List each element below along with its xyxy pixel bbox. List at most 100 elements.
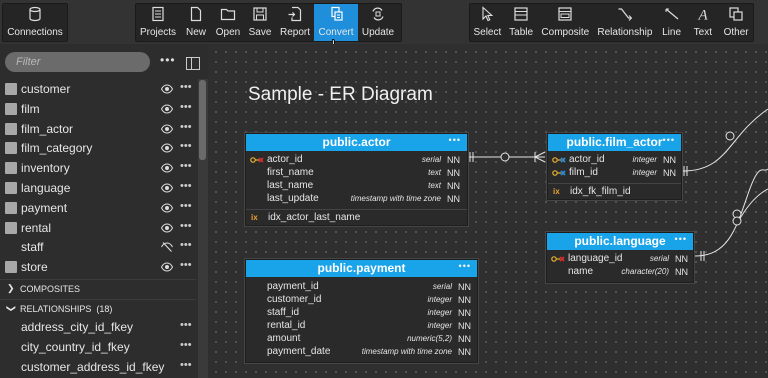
sidebar-scroll-thumb[interactable] — [199, 80, 206, 160]
save-button[interactable]: Save — [244, 4, 276, 41]
column-row[interactable]: film_id integer NN — [548, 167, 681, 180]
text-tool-button[interactable]: A Text — [686, 4, 719, 41]
relationship-item[interactable]: city_country_id_fkey ••• — [0, 337, 196, 357]
entity-actor-header[interactable]: public.actor ••• — [246, 134, 467, 151]
relationship-item[interactable]: customer_address_id_fkey ••• — [0, 357, 196, 377]
eye-icon[interactable] — [161, 261, 173, 273]
convert-button[interactable]: Convert — [314, 4, 358, 41]
connections-button[interactable]: Connections — [3, 4, 67, 41]
filter-input[interactable] — [5, 52, 150, 72]
eye-icon[interactable] — [161, 202, 173, 214]
column-type: numeric(5,2) — [407, 334, 452, 343]
column-row[interactable]: customer_id integer NN — [246, 294, 477, 307]
table-more-icon[interactable]: ••• — [180, 81, 192, 93]
sidebar-table-item[interactable]: film_category ••• — [0, 138, 196, 158]
sidebar-table-item[interactable]: store ••• — [0, 257, 196, 277]
table-checkbox[interactable] — [5, 261, 17, 274]
entity-menu-icon[interactable]: ••• — [459, 258, 471, 275]
sidebar-table-item[interactable]: film_actor ••• — [0, 119, 196, 139]
entity-payment-header[interactable]: public.payment ••• — [246, 260, 477, 277]
relationship-more-icon[interactable]: ••• — [180, 319, 192, 331]
table-more-icon[interactable]: ••• — [180, 160, 192, 172]
column-row[interactable]: payment_date timestamp with time zone NN — [246, 346, 477, 359]
index-row[interactable]: ix idx_actor_last_name — [246, 210, 467, 225]
table-tool-button[interactable]: Table — [505, 4, 538, 41]
eye-icon[interactable] — [161, 103, 173, 115]
table-more-icon[interactable]: ••• — [180, 259, 192, 271]
table-more-icon[interactable]: ••• — [180, 180, 192, 192]
relationship-more-icon[interactable]: ••• — [180, 359, 192, 371]
toggle-panel-icon[interactable] — [186, 57, 200, 70]
column-row[interactable]: amount numeric(5,2) NN — [246, 333, 477, 346]
table-checkbox[interactable] — [5, 142, 17, 155]
table-more-icon[interactable]: ••• — [180, 140, 192, 152]
sidebar-table-item[interactable]: inventory ••• — [0, 158, 196, 178]
index-row[interactable]: ix idx_fk_film_id — [548, 184, 681, 199]
sidebar-table-item[interactable]: payment ••• — [0, 198, 196, 218]
table-label: Table — [509, 27, 534, 38]
column-row[interactable]: payment_id serial NN — [246, 281, 477, 294]
composite-tool-button[interactable]: Composite — [538, 4, 594, 41]
relationship-item[interactable]: address_city_id_fkey ••• — [0, 317, 196, 337]
sidebar-table-item[interactable]: staff ••• — [0, 237, 196, 257]
table-more-icon[interactable]: ••• — [180, 101, 192, 113]
table-more-icon[interactable]: ••• — [180, 121, 192, 133]
entity-language[interactable]: public.language ••• language_id serial NN na… — [546, 232, 694, 283]
line-tool-button[interactable]: Line — [657, 4, 687, 41]
column-row[interactable]: name character(20) NN — [547, 266, 693, 279]
diagram-canvas[interactable]: Sample - ER Diagram public.actor ••• acto… — [208, 44, 768, 378]
composites-section-header[interactable]: ❯ COMPOSITES — [0, 279, 196, 297]
entity-menu-icon[interactable]: ••• — [663, 132, 675, 149]
column-row[interactable]: last_update timestamp with time zone NN — [246, 193, 467, 206]
eye-off-icon[interactable] — [161, 241, 173, 253]
entity-menu-icon[interactable]: ••• — [675, 231, 687, 248]
sidebar-table-item[interactable]: film ••• — [0, 99, 196, 119]
table-checkbox[interactable] — [5, 83, 17, 95]
entity-actor[interactable]: public.actor ••• actor_id serial NN first_na… — [245, 133, 468, 226]
column-row[interactable]: language_id serial NN — [547, 253, 693, 266]
table-more-icon[interactable]: ••• — [180, 239, 192, 251]
table-name: film — [21, 101, 40, 116]
sidebar-table-item[interactable]: language ••• — [0, 178, 196, 198]
eye-icon[interactable] — [161, 182, 173, 194]
relationships-section-header[interactable]: ❯ RELATIONSHIPS (18) — [0, 299, 196, 317]
column-row[interactable]: actor_id serial NN — [246, 154, 467, 167]
table-checkbox[interactable] — [5, 162, 17, 175]
relationship-name: customer_address_id_fkey — [21, 360, 165, 374]
table-checkbox[interactable] — [5, 102, 17, 115]
relationship-more-icon[interactable]: ••• — [180, 339, 192, 351]
table-more-icon[interactable]: ••• — [180, 200, 192, 212]
eye-icon[interactable] — [161, 142, 173, 154]
projects-button[interactable]: Projects — [136, 4, 180, 41]
eye-icon[interactable] — [161, 162, 173, 174]
other-tool-button[interactable]: Other — [719, 4, 753, 41]
eye-icon[interactable] — [161, 123, 173, 135]
column-row[interactable]: staff_id integer NN — [246, 307, 477, 320]
open-button[interactable]: Open — [212, 4, 244, 41]
column-row[interactable]: rental_id integer NN — [246, 320, 477, 333]
column-row[interactable]: actor_id integer NN — [548, 154, 681, 167]
eye-icon[interactable] — [161, 83, 173, 95]
entity-film-actor-header[interactable]: public.film_actor ••• — [548, 134, 681, 151]
entity-language-header[interactable]: public.language ••• — [547, 233, 693, 250]
new-button[interactable]: New — [180, 4, 212, 41]
table-checkbox[interactable] — [5, 122, 17, 135]
entity-payment[interactable]: public.payment ••• payment_id serial NN cust… — [245, 259, 478, 363]
table-checkbox[interactable] — [5, 201, 17, 214]
table-more-icon[interactable]: ••• — [180, 220, 192, 232]
table-checkbox[interactable] — [5, 182, 17, 194]
entity-menu-icon[interactable]: ••• — [449, 132, 461, 149]
update-button[interactable]: Update — [358, 4, 398, 41]
select-tool-button[interactable]: Select — [470, 4, 505, 41]
relationship-tool-button[interactable]: Relationship — [593, 4, 657, 41]
table-checkbox[interactable] — [5, 221, 17, 234]
column-not-null: NN — [458, 347, 471, 357]
eye-icon[interactable] — [161, 222, 173, 234]
entity-film-actor[interactable]: public.film_actor ••• actor_id integer NN fi… — [547, 133, 682, 200]
column-row[interactable]: last_name text NN — [246, 180, 467, 193]
sidebar-more-icon[interactable]: ••• — [160, 53, 176, 67]
report-button[interactable]: Report — [276, 4, 314, 41]
sidebar-table-item[interactable]: rental ••• — [0, 218, 196, 238]
sidebar-table-item[interactable]: customer ••• — [0, 79, 196, 99]
column-row[interactable]: first_name text NN — [246, 167, 467, 180]
